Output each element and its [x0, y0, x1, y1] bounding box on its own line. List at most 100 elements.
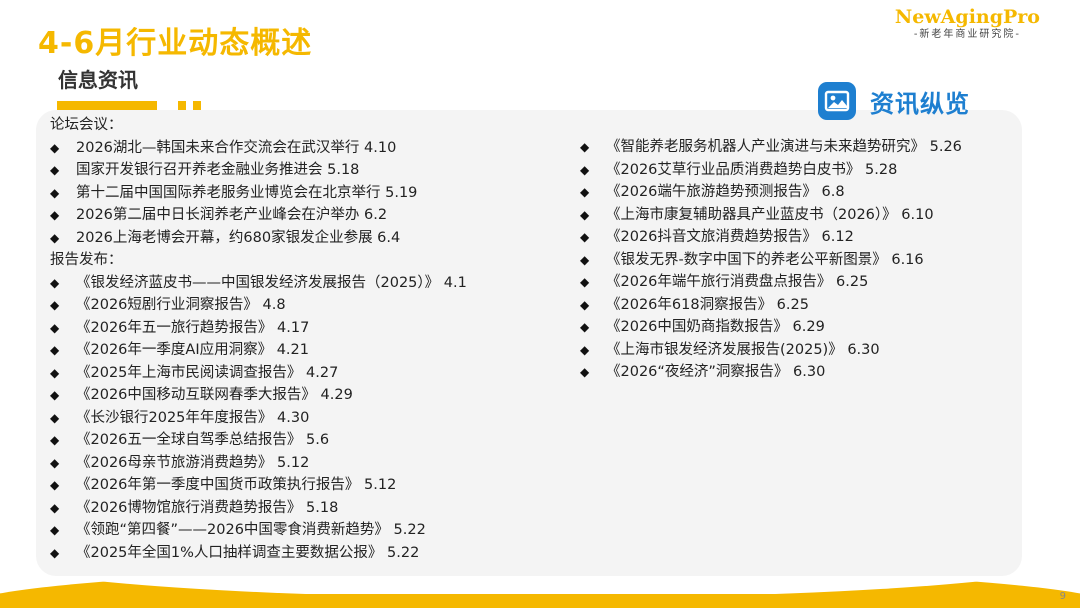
underline-dot — [193, 101, 201, 110]
diamond-bullet-icon: ◆ — [50, 230, 60, 245]
list-item-text: 《2026五一全球自驾季总结报告》 5.6 — [76, 432, 330, 448]
report-list-right: ◆ 《智能养老服务机器人产业演进与未来趋势研究》 5.26 ◆ 《2026艾草行业品质… — [580, 136, 1000, 384]
diamond-bullet-icon: ◆ — [580, 140, 590, 154]
diamond-bullet-icon: ◆ — [50, 365, 60, 380]
list-item-text: 《2026端午旅游趋势预测报告》 6.8 — [606, 184, 845, 200]
list-item-text: 《2026母亲节旅游消费趋势》 5.12 — [76, 454, 310, 471]
list-item-text: 《2026短剧行业洞察报告》 4.8 — [76, 297, 286, 313]
list-item: ◆ 《2026年618洞察报告》 6.25 — [580, 294, 1000, 317]
list-item-text: 《智能养老服务机器人产业演进与未来趋势研究》 5.26 — [606, 139, 962, 155]
list-item: ◆ 《2026年端午旅行消费盘点报告》 6.25 — [580, 271, 1000, 294]
list-item-text: 第十二届中国国际养老服务业博览会在北京举行 5.19 — [76, 184, 418, 201]
list-item: ◆ 《2026五一全球自驾季总结报告》 5.6 — [50, 429, 570, 452]
page-number: 9 — [1059, 591, 1066, 602]
list-item-text: 《2026博物馆旅行消费趋势报告》 5.18 — [76, 499, 339, 516]
list-item: ◆ 《2026母亲节旅游消费趋势》 5.12 — [50, 452, 570, 475]
list-item-text: 2026上海老博会开幕，约680家银发企业参展 6.4 — [76, 229, 401, 246]
diamond-bullet-icon: ◆ — [50, 208, 60, 222]
list-item: ◆ 《银发无界-数字中国下的养老公平新图景》 6.16 — [580, 249, 1000, 272]
list-item-text: 2026第二届中日长润养老产业峰会在沪举办 6.2 — [76, 207, 388, 223]
diamond-bullet-icon: ◆ — [50, 478, 60, 492]
diamond-bullet-icon: ◆ — [580, 342, 590, 357]
list-item: ◆ 《银发经济蓝皮书——中国银发经济发展报告（2025）》 4.1 — [50, 272, 570, 295]
list-item-text: 《领跑“第四餐”——2026中国零食消费新趋势》 5.22 — [76, 522, 426, 538]
list-item: ◆ 第十二届中国国际养老服务业博览会在北京举行 5.19 — [50, 182, 570, 205]
list-item-text: 《2026年端午旅行消费盘点报告》 6.25 — [606, 274, 869, 290]
list-item: ◆ 《2025年全国1%人口抽样调查主要数据公报》 5.22 — [50, 542, 570, 565]
diamond-bullet-icon: ◆ — [580, 185, 590, 199]
list-item: ◆ 《2026年五一旅行趋势报告》 4.17 — [50, 317, 570, 340]
list-item-text: 《2025年全国1%人口抽样调查主要数据公报》 5.22 — [76, 544, 420, 561]
list-item-text: 《2026“夜经济”洞察报告》 6.30 — [606, 364, 826, 380]
list-item-text: 《2026抖音文旅消费趋势报告》 6.12 — [606, 229, 854, 245]
diamond-bullet-icon: ◆ — [50, 185, 60, 200]
list-item: ◆ 《长沙银行2025年年度报告》 4.30 — [50, 407, 570, 430]
brand-subtitle: -新老年商业研究院- — [913, 29, 1022, 40]
forums-heading: 论坛会议： — [50, 117, 123, 133]
diamond-bullet-icon: ◆ — [50, 140, 60, 155]
diamond-bullet-icon: ◆ — [580, 320, 590, 334]
list-item-text: 《2025年上海市民阅读调查报告》 4.27 — [76, 364, 339, 381]
brand-name: NewAgingPro — [894, 6, 1040, 28]
list-item-text: 《2026艾草行业品质消费趋势白皮书》 5.28 — [606, 161, 898, 178]
subtitle-underline — [57, 101, 157, 110]
list-item: ◆ 《上海市银发经济发展报告(2025)》 6.30 — [580, 339, 1000, 362]
list-item: ◆ 《2026抖音文旅消费趋势报告》 6.12 — [580, 226, 1000, 249]
diamond-bullet-icon: ◆ — [580, 207, 590, 222]
list-item: ◆ 《2026短剧行业洞察报告》 4.8 — [50, 294, 570, 317]
list-item-text: 《长沙银行2025年年度报告》 4.30 — [76, 409, 310, 426]
overview-badge-label: 资讯纵览 — [870, 89, 970, 118]
diamond-bullet-icon: ◆ — [50, 388, 60, 402]
overview-badge: 资讯纵览 — [818, 82, 970, 120]
list-item: ◆ 《上海市康复辅助器具产业蓝皮书（2026）》 6.10 — [580, 204, 1000, 227]
image-icon — [818, 82, 856, 120]
list-item-text: 《2026年五一旅行趋势报告》 4.17 — [76, 319, 310, 336]
diamond-bullet-icon: ◆ — [580, 297, 590, 312]
list-item: ◆ 《2026年一季度AI应用洞察》 4.21 — [50, 339, 570, 362]
diamond-bullet-icon: ◆ — [50, 455, 60, 470]
diamond-bullet-icon: ◆ — [50, 343, 60, 357]
list-item: ◆ 《2026中国移动互联网春季大报告》 4.29 — [50, 384, 570, 407]
diamond-bullet-icon: ◆ — [580, 252, 590, 267]
list-item: ◆ 《2026“夜经济”洞察报告》 6.30 — [580, 361, 1000, 384]
reports-heading: 报告发布： — [50, 252, 123, 268]
diamond-bullet-icon: ◆ — [50, 275, 60, 290]
list-item: ◆ 《2026年第一季度中国货币政策执行报告》 5.12 — [50, 474, 570, 497]
list-item-text: 《上海市银发经济发展报告(2025)》 6.30 — [606, 341, 880, 358]
diamond-bullet-icon: ◆ — [50, 523, 60, 537]
list-item-text: 《上海市康复辅助器具产业蓝皮书（2026）》 6.10 — [606, 206, 934, 223]
list-item: ◆ 2026湖北—韩国未来合作交流会在武汉举行 4.10 — [50, 137, 570, 160]
list-item: ◆ 《2026端午旅游趋势预测报告》 6.8 — [580, 181, 1000, 204]
diamond-bullet-icon: ◆ — [580, 365, 590, 379]
list-item: ◆ 《2026博物馆旅行消费趋势报告》 5.18 — [50, 497, 570, 520]
right-column: ◆ 《智能养老服务机器人产业演进与未来趋势研究》 5.26 ◆ 《2026艾草行业品质… — [580, 136, 1000, 384]
list-item: ◆ 《2025年上海市民阅读调查报告》 4.27 — [50, 362, 570, 385]
diamond-bullet-icon: ◆ — [50, 298, 60, 312]
list-item-text: 《2026年一季度AI应用洞察》 4.21 — [76, 342, 309, 358]
underline-dot — [178, 101, 186, 110]
list-item-text: 《2026年618洞察报告》 6.25 — [606, 296, 809, 313]
diamond-bullet-icon: ◆ — [50, 500, 60, 515]
list-item: ◆ 《智能养老服务机器人产业演进与未来趋势研究》 5.26 — [580, 136, 1000, 159]
list-item: ◆ 《领跑“第四餐”——2026中国零食消费新趋势》 5.22 — [50, 519, 570, 542]
list-item: ◆ 2026上海老博会开幕，约680家银发企业参展 6.4 — [50, 227, 570, 250]
list-item-text: 国家开发银行召开养老金融业务推进会 5.18 — [76, 162, 360, 178]
report-list-left: ◆ 《银发经济蓝皮书——中国银发经济发展报告（2025）》 4.1 ◆ 《2026短剧… — [50, 272, 570, 565]
list-item-text: 《2026中国移动互联网春季大报告》 4.29 — [76, 387, 353, 403]
diamond-bullet-icon: ◆ — [50, 320, 60, 335]
diamond-bullet-icon: ◆ — [50, 545, 60, 560]
bottom-bar — [0, 594, 1080, 608]
diamond-bullet-icon: ◆ — [580, 230, 590, 244]
diamond-bullet-icon: ◆ — [50, 433, 60, 447]
diamond-bullet-icon: ◆ — [50, 163, 60, 177]
page-title: 4-6月行业动态概述 — [38, 26, 313, 61]
list-item: ◆ 2026第二届中日长润养老产业峰会在沪举办 6.2 — [50, 204, 570, 227]
diamond-bullet-icon: ◆ — [50, 410, 60, 425]
list-item: ◆ 国家开发银行召开养老金融业务推进会 5.18 — [50, 159, 570, 182]
diamond-bullet-icon: ◆ — [580, 275, 590, 289]
list-item-text: 《银发经济蓝皮书——中国银发经济发展报告（2025）》 4.1 — [76, 274, 467, 291]
forum-list: ◆ 2026湖北—韩国未来合作交流会在武汉举行 4.10 ◆ 国家开发银行召开养老金融… — [50, 137, 570, 250]
list-item-text: 《2026年第一季度中国货币政策执行报告》 5.12 — [76, 477, 397, 493]
list-item: ◆ 《2026中国奶商指数报告》 6.29 — [580, 316, 1000, 339]
section-subtitle: 信息资讯 — [58, 68, 138, 92]
